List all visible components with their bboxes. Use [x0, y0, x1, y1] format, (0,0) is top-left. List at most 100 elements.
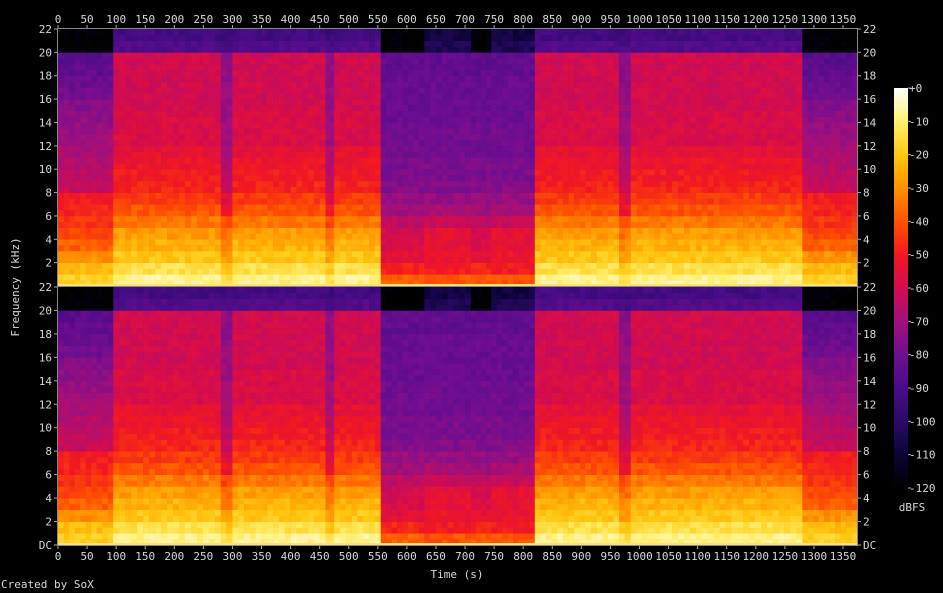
heatmap-cell — [507, 227, 514, 234]
heatmap-cell — [357, 210, 364, 217]
heatmap-cell — [178, 104, 186, 112]
heatmap-cell — [302, 93, 309, 100]
heatmap-cell — [413, 245, 420, 252]
heatmap-cell — [85, 145, 92, 152]
heatmap-cell — [447, 245, 454, 252]
heatmap-cell — [529, 46, 536, 53]
heatmap-cell — [190, 192, 198, 199]
heatmap-cell — [167, 163, 174, 170]
heatmap-cell — [137, 40, 144, 47]
heatmap-cell — [80, 262, 87, 269]
heatmap-cell — [602, 99, 609, 106]
heatmap-cell — [357, 151, 364, 158]
heatmap-cell — [546, 198, 552, 205]
heatmap-cell — [278, 233, 286, 240]
heatmap-cell — [630, 128, 637, 135]
heatmap-cell — [244, 52, 251, 59]
heatmap-cell — [102, 215, 109, 223]
heatmap-cell — [619, 81, 626, 88]
heatmap-cell — [102, 93, 109, 100]
heatmap-cell — [518, 210, 525, 217]
heatmap-cell — [660, 64, 667, 71]
heatmap-cell — [607, 210, 614, 217]
heatmap-cell — [562, 75, 569, 82]
heatmap-cell — [613, 81, 620, 88]
heatmap-cell — [178, 116, 186, 123]
heatmap-cell — [636, 29, 643, 36]
heatmap-cell — [391, 180, 398, 187]
heatmap-cell — [470, 110, 477, 117]
heatmap-cell — [636, 64, 643, 71]
heatmap-cell — [278, 198, 286, 205]
heatmap-cell — [278, 175, 286, 182]
heatmap-cell — [261, 274, 268, 281]
heatmap-cell — [602, 268, 609, 275]
heatmap-cell — [470, 99, 477, 106]
heatmap-cell — [74, 245, 81, 252]
heatmap-cell — [369, 87, 376, 94]
heatmap-cell — [523, 204, 530, 211]
heatmap-cell — [397, 169, 403, 176]
heatmap-cell — [591, 58, 597, 65]
heatmap-cell — [683, 87, 691, 94]
heatmap-cell — [249, 99, 256, 106]
heatmap-cell — [161, 64, 168, 71]
heatmap-cell — [302, 34, 309, 41]
heatmap-cell — [435, 93, 443, 100]
heatmap-cell — [308, 87, 315, 94]
heatmap-cell — [131, 262, 138, 269]
heatmap-cell — [579, 122, 586, 129]
heatmap-cell — [363, 210, 370, 217]
heatmap-cell — [155, 110, 162, 117]
heatmap-cell — [386, 145, 392, 152]
heatmap-cell — [413, 134, 420, 141]
heatmap-cell — [325, 64, 331, 71]
heatmap-cell — [557, 46, 564, 53]
heatmap-cell — [91, 180, 98, 187]
heatmap-cell — [630, 81, 637, 88]
heatmap-cell — [267, 40, 274, 47]
heatmap-cell — [447, 268, 454, 275]
heatmap-cell — [491, 145, 497, 152]
heatmap-cell — [273, 198, 280, 205]
heatmap-cell — [155, 204, 162, 211]
heatmap-cell — [131, 245, 138, 252]
heatmap-cell — [131, 175, 138, 182]
heatmap-cell — [666, 221, 673, 228]
heatmap-cell — [453, 139, 460, 147]
heatmap-cell — [202, 81, 210, 88]
heatmap-cell — [302, 69, 309, 77]
heatmap-cell — [85, 40, 92, 47]
heatmap-cell — [74, 52, 81, 59]
heatmap-cell — [502, 210, 508, 217]
heatmap-cell — [232, 93, 239, 100]
heatmap-cell — [534, 93, 541, 100]
heatmap-cell — [502, 64, 508, 71]
heatmap-cell — [546, 210, 552, 217]
heatmap-cell — [261, 256, 268, 263]
heatmap-cell — [507, 134, 514, 141]
heatmap-cell — [486, 128, 492, 135]
heatmap-cell — [518, 169, 525, 176]
heatmap-cell — [557, 169, 564, 176]
heatmap-cell — [340, 175, 347, 182]
heatmap-cell — [325, 186, 331, 193]
heatmap-cell — [518, 75, 525, 82]
heatmap-cell — [107, 75, 114, 82]
heatmap-cell — [96, 75, 103, 82]
heatmap-cell — [273, 227, 280, 234]
heatmap-cell — [278, 169, 286, 176]
heatmap-cell — [518, 268, 525, 275]
heatmap-cell — [284, 256, 291, 263]
heatmap-cell — [540, 169, 547, 176]
heatmap-cell — [238, 268, 245, 275]
heatmap-cell — [689, 134, 697, 141]
heatmap-cell — [113, 221, 120, 228]
heatmap-cell — [672, 46, 679, 53]
heatmap-cell — [143, 198, 150, 205]
heatmap-cell — [190, 46, 198, 53]
heatmap-cell — [340, 40, 347, 47]
heatmap-cell — [173, 58, 180, 65]
heatmap-cell — [602, 163, 609, 170]
heatmap-cell — [313, 116, 320, 123]
